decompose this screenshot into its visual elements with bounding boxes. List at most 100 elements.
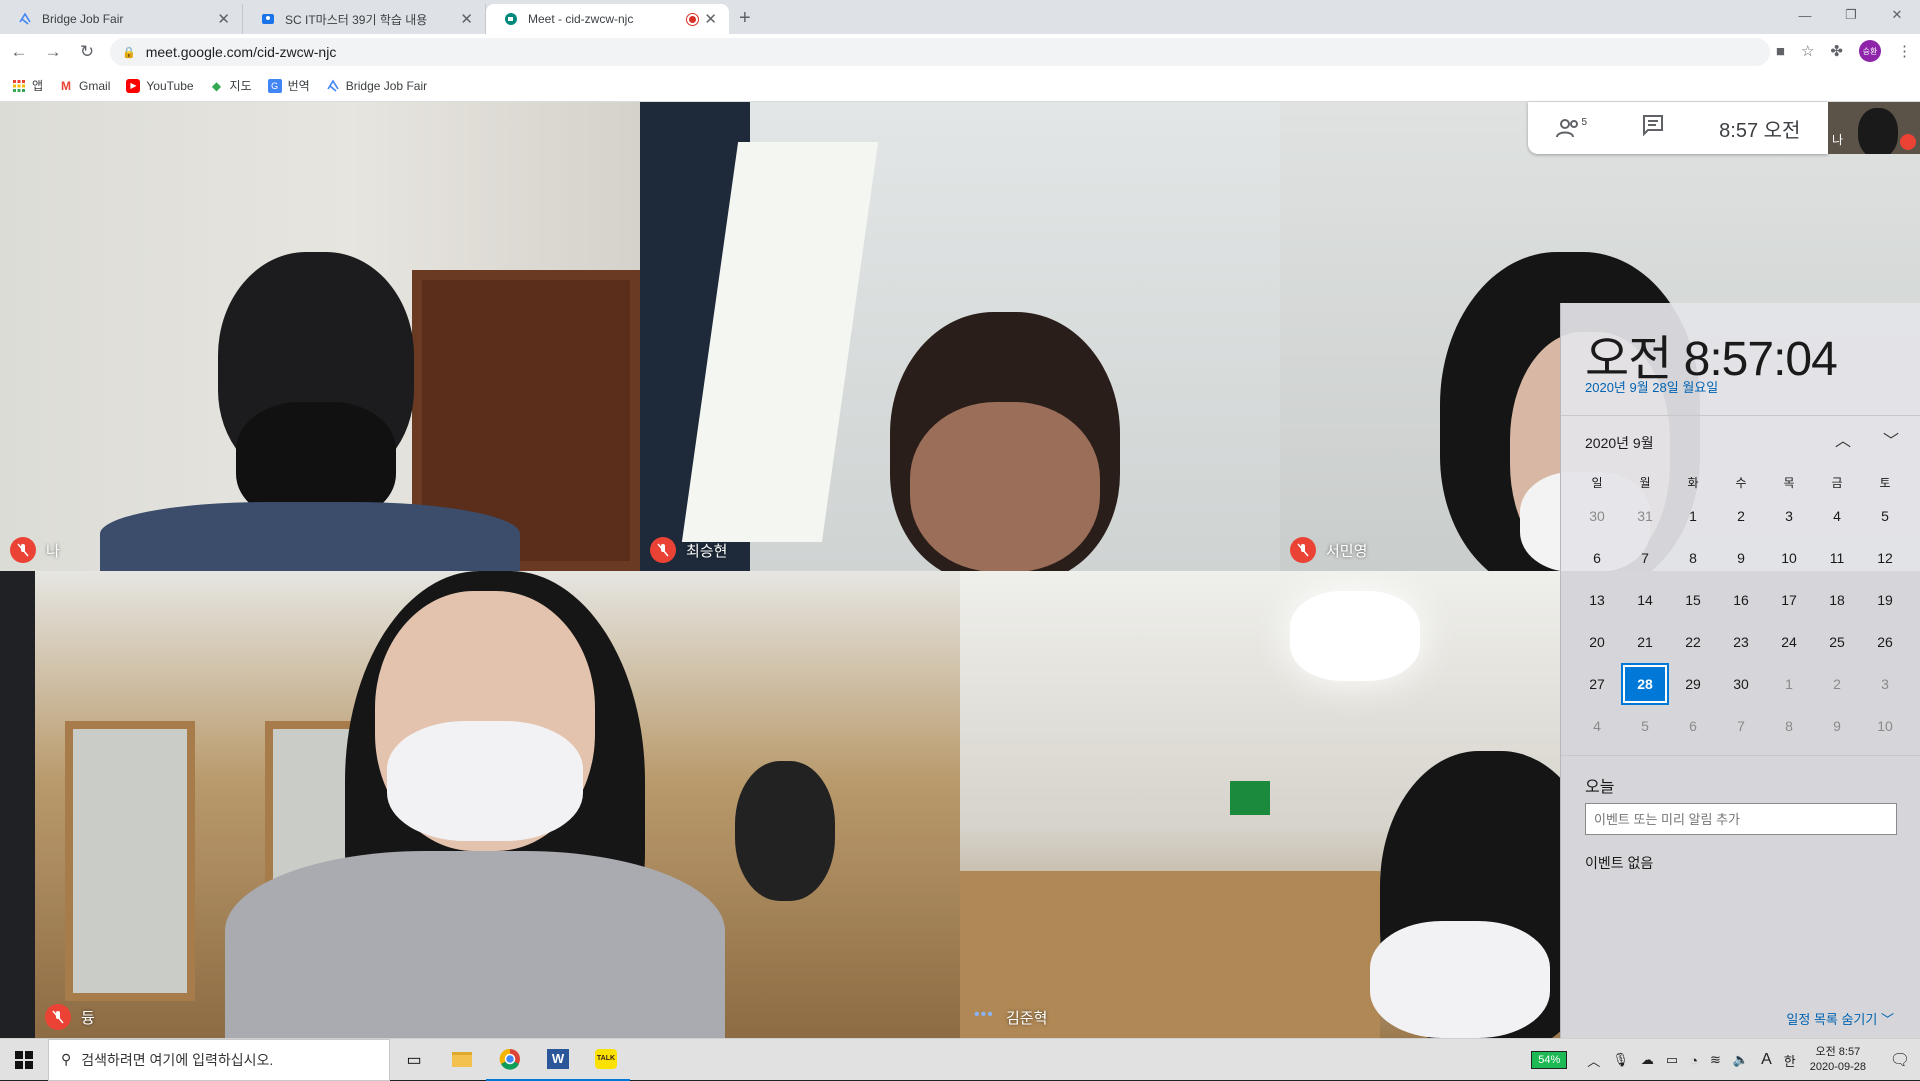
bookmark-bridge-job-fair[interactable]: Bridge Job Fair (326, 79, 427, 93)
calendar-day[interactable]: 9 (1813, 705, 1861, 747)
volume-icon[interactable]: 🔈 (1733, 1052, 1749, 1068)
font-indicator[interactable]: A (1761, 1051, 1772, 1069)
new-tab-icon[interactable]: + (739, 7, 751, 30)
back-icon[interactable]: ← (4, 42, 34, 62)
hide-schedule-button[interactable]: 일정 목록 숨기기 ﹀ (1786, 1009, 1894, 1028)
bookmark-maps[interactable]: ◆ 지도 (210, 77, 252, 94)
calendar-day[interactable]: 3 (1765, 495, 1813, 537)
calendar-day[interactable]: 25 (1813, 621, 1861, 663)
tab-sc-itmaster[interactable]: SC IT마스터 39기 학습 내용 ✕ (243, 4, 486, 34)
network-icon[interactable]: ◔ (1690, 1053, 1698, 1068)
calendar-day[interactable]: 27 (1573, 663, 1621, 705)
calendar-day[interactable]: 5 (1621, 705, 1669, 747)
calendar-day[interactable]: 6 (1669, 705, 1717, 747)
minimize-icon[interactable]: — (1782, 0, 1828, 30)
kakaotalk-taskbar-button[interactable]: TALK (582, 1039, 630, 1081)
battery-indicator[interactable]: 54% (1531, 1051, 1568, 1069)
calendar-day[interactable]: 31 (1621, 495, 1669, 537)
current-date-link[interactable]: 2020년 9월 28일 월요일 (1585, 377, 1718, 396)
calendar-day[interactable]: 6 (1573, 537, 1621, 579)
calendar-day[interactable]: 15 (1669, 579, 1717, 621)
calendar-day[interactable]: 2 (1717, 495, 1765, 537)
task-view-button[interactable]: ▭ (390, 1039, 438, 1081)
restore-icon[interactable]: ❐ (1828, 0, 1874, 30)
calendar-day[interactable]: 7 (1717, 705, 1765, 747)
calendar-day[interactable]: 10 (1765, 537, 1813, 579)
bookmark-youtube[interactable]: ▶ YouTube (126, 78, 194, 93)
notifications-icon[interactable]: 🗨 (1880, 1050, 1920, 1070)
calendar-day[interactable]: 7 (1621, 537, 1669, 579)
extensions-icon[interactable]: ✤ (1830, 42, 1843, 60)
calendar-day[interactable]: 4 (1813, 495, 1861, 537)
calendar-day[interactable]: 21 (1621, 621, 1669, 663)
menu-icon[interactable]: ⋮ (1897, 42, 1912, 60)
previous-month-icon[interactable]: ︿ (1835, 427, 1851, 451)
show-hidden-icons-icon[interactable]: ︿ (1587, 1051, 1600, 1070)
calendar-day[interactable]: 8 (1669, 537, 1717, 579)
video-tile-participant[interactable]: ••• 김준혁 (960, 571, 1560, 1038)
self-view-thumbnail[interactable]: 나 (1828, 102, 1920, 154)
calendar-day[interactable]: 9 (1717, 537, 1765, 579)
calendar-day[interactable]: 14 (1621, 579, 1669, 621)
add-event-input[interactable] (1585, 803, 1897, 835)
address-bar[interactable]: 🔒 meet.google.com/cid-zwcw-njc (110, 38, 1770, 66)
calendar-day-today[interactable]: 28 (1621, 663, 1669, 705)
calendar-day[interactable]: 26 (1861, 621, 1909, 663)
participants-button[interactable]: 5 (1555, 117, 1587, 139)
close-tab-icon[interactable]: ✕ (704, 10, 717, 28)
profile-avatar[interactable]: 승환 (1859, 40, 1881, 62)
wifi-icon[interactable]: ≋ (1710, 1052, 1721, 1068)
calendar-day[interactable]: 3 (1861, 663, 1909, 705)
chat-button[interactable] (1642, 114, 1664, 142)
word-taskbar-button[interactable]: W (534, 1039, 582, 1081)
calendar-day[interactable]: 11 (1813, 537, 1861, 579)
calendar-day[interactable]: 18 (1813, 579, 1861, 621)
calendar-day[interactable]: 4 (1573, 705, 1621, 747)
calendar-day[interactable]: 16 (1717, 579, 1765, 621)
start-button[interactable] (0, 1050, 48, 1069)
calendar-day[interactable]: 19 (1861, 579, 1909, 621)
next-month-icon[interactable]: ﹀ (1883, 427, 1899, 451)
bookmark-star-icon[interactable]: ☆ (1801, 42, 1814, 60)
calendar-day[interactable]: 1 (1765, 663, 1813, 705)
taskbar-clock[interactable]: 오전 8:57 2020-09-28 (1810, 1045, 1866, 1075)
calendar-day[interactable]: 8 (1765, 705, 1813, 747)
month-label[interactable]: 2020년 9월 (1585, 433, 1654, 453)
video-tile-self[interactable]: 나 (0, 102, 640, 571)
calendar-day[interactable]: 2 (1813, 663, 1861, 705)
calendar-day[interactable]: 12 (1861, 537, 1909, 579)
camera-icon[interactable]: ■ (1776, 43, 1785, 60)
calendar-day[interactable]: 24 (1765, 621, 1813, 663)
reload-icon[interactable]: ↻ (72, 42, 102, 62)
bookmark-translate[interactable]: G 번역 (267, 77, 310, 94)
tab-meet[interactable]: Meet - cid-zwcw-njc ✕ (486, 4, 729, 34)
calendar-day[interactable]: 29 (1669, 663, 1717, 705)
calendar-day[interactable]: 17 (1765, 579, 1813, 621)
calendar-day[interactable]: 20 (1573, 621, 1621, 663)
chrome-taskbar-button[interactable] (486, 1039, 534, 1081)
close-tab-icon[interactable]: ✕ (217, 10, 230, 28)
calendar-day[interactable]: 22 (1669, 621, 1717, 663)
close-window-icon[interactable]: ✕ (1874, 0, 1920, 30)
bookmark-gmail[interactable]: M Gmail (59, 79, 110, 93)
calendar-day[interactable]: 13 (1573, 579, 1621, 621)
calendar-day[interactable]: 5 (1861, 495, 1909, 537)
onedrive-icon[interactable]: ☁ (1641, 1052, 1654, 1068)
file-explorer-button[interactable] (438, 1039, 486, 1081)
calendar-day[interactable]: 30 (1717, 663, 1765, 705)
video-tile-participant[interactable]: 최승현 (640, 102, 1280, 571)
lock-icon[interactable]: 🔒 (122, 46, 136, 59)
microphone-icon[interactable]: 🎙 (1612, 1052, 1629, 1068)
tab-bridge-job-fair[interactable]: Bridge Job Fair ✕ (0, 4, 243, 34)
video-tile-participant[interactable]: 듕 (35, 571, 960, 1038)
forward-icon[interactable]: → (38, 42, 68, 62)
calendar-day[interactable]: 30 (1573, 495, 1621, 537)
calendar-day[interactable]: 1 (1669, 495, 1717, 537)
taskbar-search-box[interactable]: ⚲ 검색하려면 여기에 입력하십시오. (48, 1038, 390, 1081)
calendar-day[interactable]: 10 (1861, 705, 1909, 747)
close-tab-icon[interactable]: ✕ (460, 10, 473, 28)
ime-indicator[interactable]: 한 (1784, 1051, 1796, 1070)
battery-icon[interactable]: ▭ (1666, 1052, 1678, 1068)
calendar-day[interactable]: 23 (1717, 621, 1765, 663)
bookmark-apps[interactable]: 앱 (12, 77, 43, 94)
